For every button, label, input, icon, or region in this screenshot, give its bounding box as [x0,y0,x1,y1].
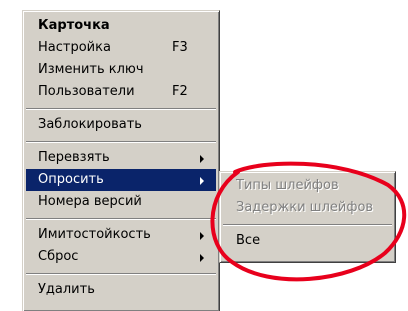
submenu-item-label: Задержки шлейфов [236,200,374,215]
menu-item-label: Удалить [38,282,95,297]
menu-item-reset[interactable]: Сброс [26,246,216,268]
menu-item-card[interactable]: Карточка [26,15,216,37]
menu-separator [223,224,392,226]
menu-item-label: Настройка [38,40,111,55]
submenu-item-label: Все [236,233,261,248]
submenu-arrow-icon [200,254,204,262]
submenu-item-loop-delays[interactable]: Задержки шлейфов [223,197,392,219]
context-menu: Карточка Настройка F3 Изменить ключ Поль… [22,10,220,311]
submenu-arrow-icon [200,232,204,240]
menu-item-label: Перевзять [38,150,110,165]
menu-separator [26,218,216,220]
menu-item-label: Карточка [38,18,110,33]
menu-separator [26,273,216,275]
menu-item-label: Заблокировать [38,117,142,132]
menu-item-shortcut: F3 [172,40,188,55]
menu-item-settings[interactable]: Настройка F3 [26,37,216,59]
menu-item-delete[interactable]: Удалить [26,279,216,301]
menu-separator [26,141,216,143]
menu-item-label: Изменить ключ [38,62,144,77]
menu-item-block[interactable]: Заблокировать [26,114,216,136]
menu-item-label: Номера версий [38,194,142,209]
submenu-item-loop-types[interactable]: Типы шлейфов [223,175,392,197]
menu-item-label: Имитостойкость [38,227,151,242]
menu-item-poll[interactable]: Опросить [26,169,216,191]
poll-submenu: Типы шлейфов Задержки шлейфов Все [219,171,396,263]
menu-item-imitation-resistance[interactable]: Имитостойкость [26,224,216,246]
menu-item-retake[interactable]: Перевзять [26,147,216,169]
menu-item-version-numbers[interactable]: Номера версий [26,191,216,213]
menu-item-label: Пользователи [38,84,135,99]
submenu-item-all[interactable]: Все [223,230,392,252]
menu-item-users[interactable]: Пользователи F2 [26,81,216,103]
menu-item-label: Сброс [38,249,79,264]
submenu-arrow-icon [200,177,204,185]
menu-separator [26,108,216,110]
submenu-item-label: Типы шлейфов [236,178,339,193]
menu-item-change-key[interactable]: Изменить ключ [26,59,216,81]
menu-item-shortcut: F2 [172,84,188,99]
menu-item-label: Опросить [38,172,104,187]
submenu-arrow-icon [200,155,204,163]
